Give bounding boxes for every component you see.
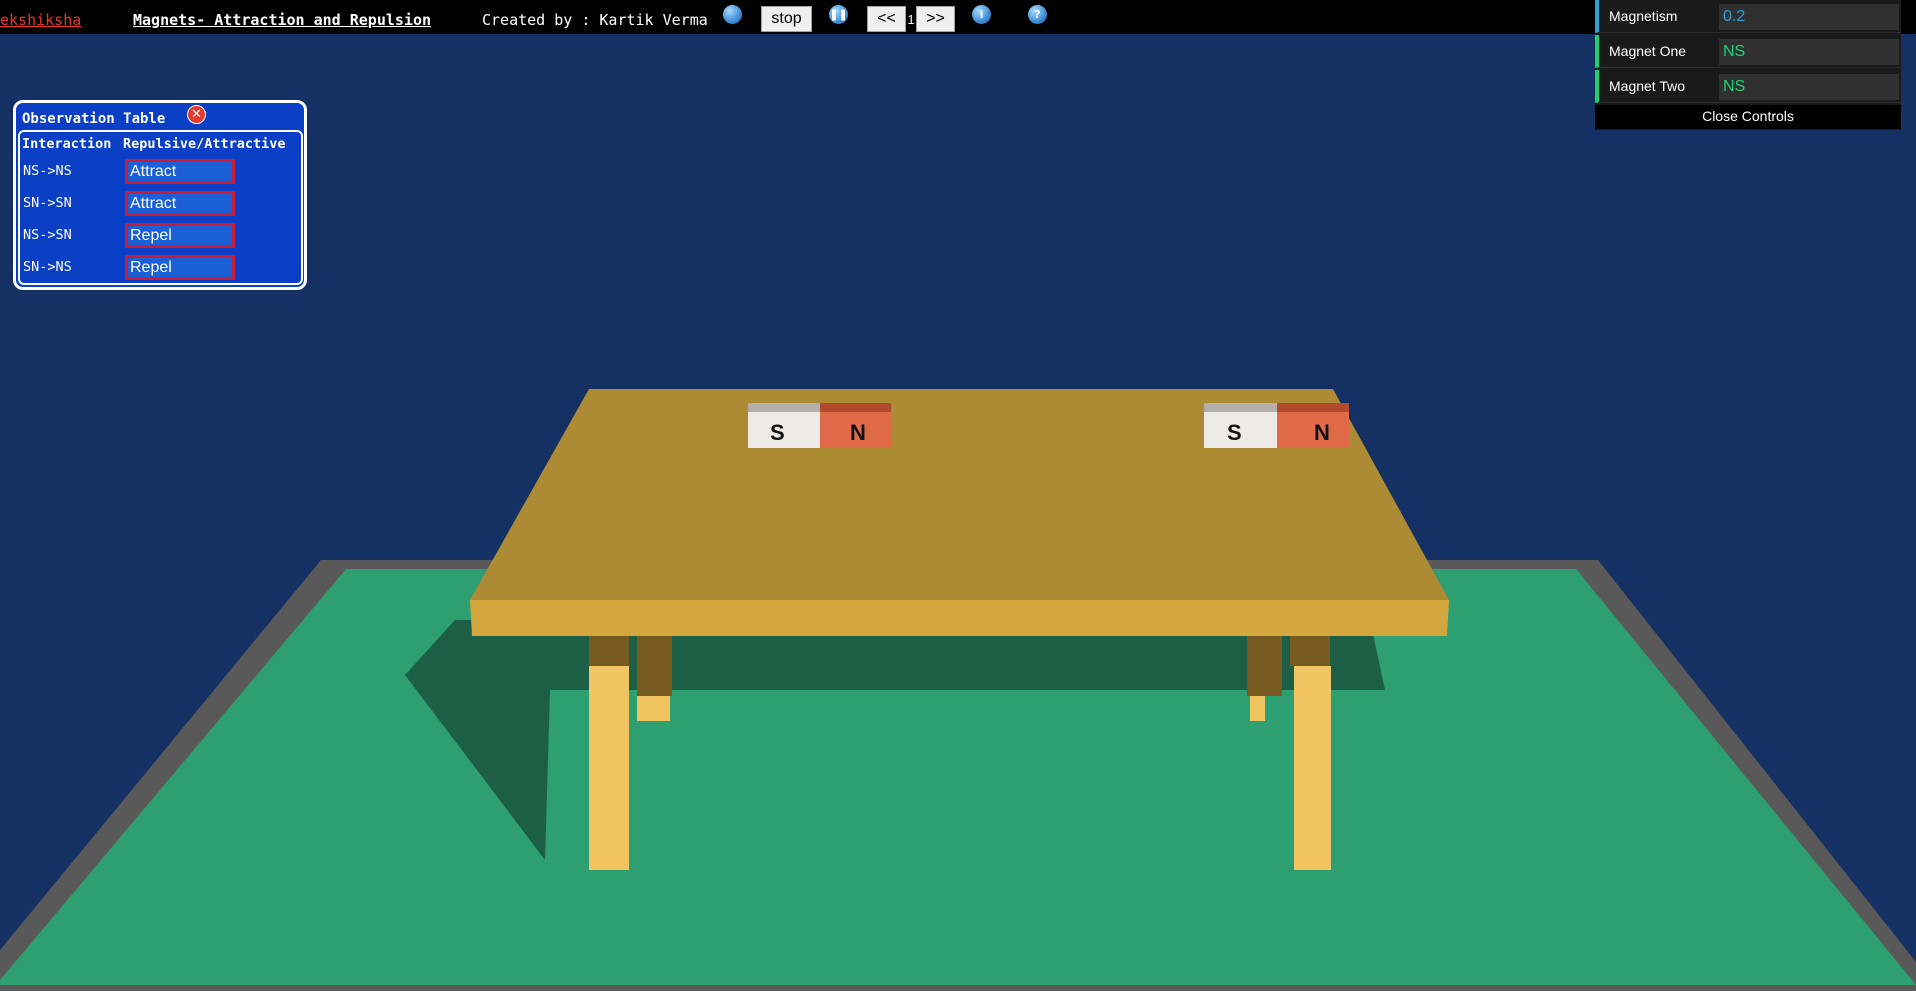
- column-header-interaction: Interaction: [22, 136, 112, 152]
- magnetism-input[interactable]: 0.2: [1719, 4, 1899, 30]
- magnet-one-input[interactable]: NS: [1719, 39, 1899, 65]
- magnet-one-control: Magnet One NS: [1595, 35, 1901, 68]
- page-number: 1: [907, 12, 915, 27]
- magnet-one-label: Magnet One: [1609, 43, 1687, 59]
- magnet-two-label: Magnet Two: [1609, 78, 1686, 94]
- table-leg: [1290, 636, 1330, 666]
- magnet-left-north-label: N: [850, 420, 866, 445]
- table-row-result[interactable]: Repel: [125, 223, 235, 248]
- table-row-interaction: NS->NS: [23, 163, 72, 179]
- magnet-two-input[interactable]: NS: [1719, 74, 1899, 100]
- help-icon[interactable]: ?: [1028, 5, 1047, 24]
- table-row-result[interactable]: Repel: [125, 255, 235, 280]
- table-leg: [1294, 666, 1331, 870]
- table-edge: [470, 600, 1449, 636]
- globe-icon[interactable]: [723, 5, 742, 24]
- previous-button[interactable]: <<: [867, 6, 906, 32]
- observation-table-body: Interaction Repulsive/Attractive NS->NS …: [18, 130, 303, 285]
- controls-panel: Magnetism 0.2 Magnet One NS Magnet Two N…: [1595, 0, 1901, 130]
- magnet-two-control: Magnet Two NS: [1595, 70, 1901, 103]
- table-row-interaction: SN->NS: [23, 259, 72, 275]
- table-row-result[interactable]: Attract: [125, 191, 235, 216]
- magnet-right-south-label: S: [1227, 420, 1242, 445]
- magnetism-label: Magnetism: [1609, 8, 1678, 24]
- table-leg: [1247, 634, 1282, 696]
- magnet-left[interactable]: S N: [748, 403, 891, 448]
- table-row-result[interactable]: Attract: [125, 159, 235, 184]
- info-icon[interactable]: i: [972, 5, 991, 24]
- table-leg: [589, 666, 629, 870]
- column-header-result: Repulsive/Attractive: [123, 136, 286, 152]
- magnet-left-south-label: S: [770, 420, 785, 445]
- table-row-interaction: SN->SN: [23, 195, 72, 211]
- observation-table: Observation Table ✕ Interaction Repulsiv…: [13, 100, 307, 290]
- stop-button[interactable]: stop: [761, 6, 812, 32]
- table-leg: [1250, 696, 1265, 721]
- close-icon[interactable]: ✕: [187, 105, 206, 124]
- observation-table-title: Observation Table: [22, 111, 166, 127]
- table-leg: [637, 696, 670, 721]
- magnetism-control: Magnetism 0.2: [1595, 0, 1901, 33]
- next-button[interactable]: >>: [916, 6, 955, 32]
- pause-icon[interactable]: ❚❚: [829, 5, 848, 24]
- credit-text: Created by : Kartik Verma: [482, 11, 708, 29]
- table-row-interaction: NS->SN: [23, 227, 72, 243]
- table-leg: [589, 636, 629, 666]
- brand-link[interactable]: ekshiksha: [0, 11, 81, 29]
- close-controls-button[interactable]: Close Controls: [1595, 105, 1901, 129]
- page-title: Magnets- Attraction and Repulsion: [133, 11, 432, 29]
- table-leg: [637, 634, 672, 696]
- magnet-right[interactable]: S N: [1204, 403, 1349, 448]
- magnet-right-north-label: N: [1314, 420, 1330, 445]
